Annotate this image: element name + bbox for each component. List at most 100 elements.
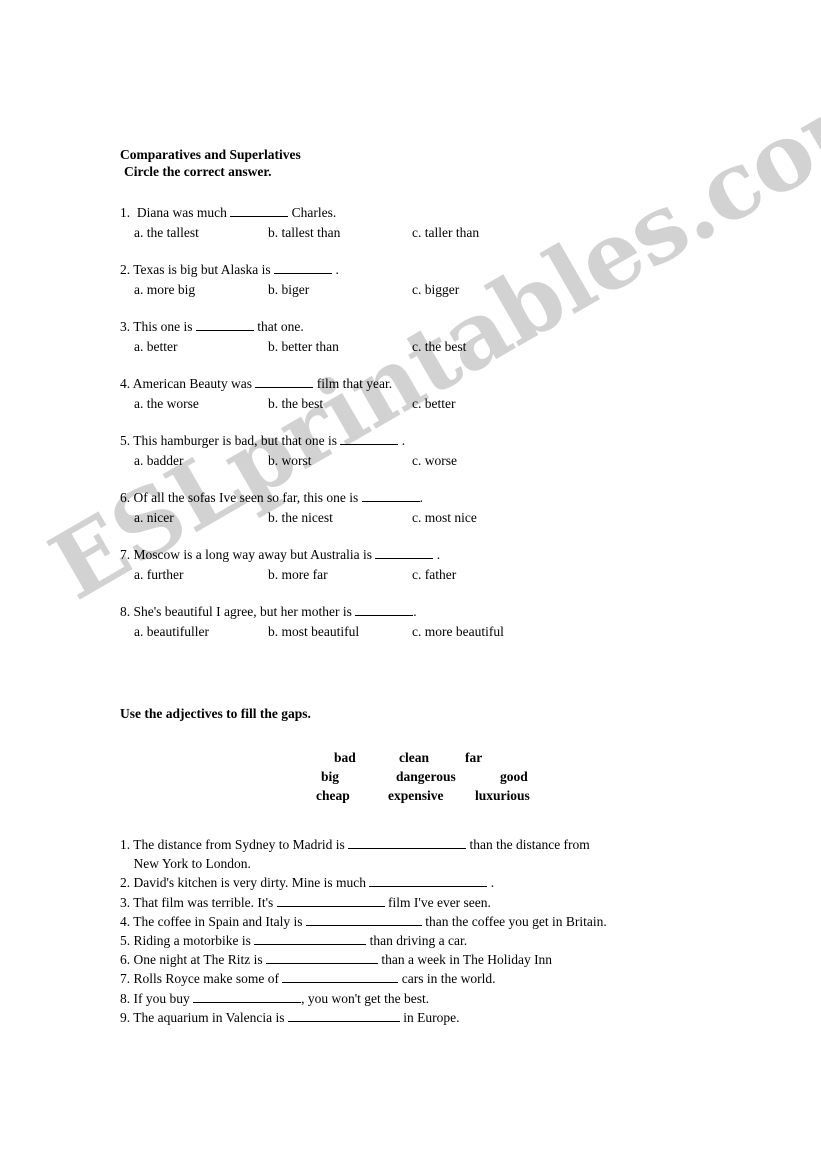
gap-item-5: 5. Riding a motorbike is than driving a … [120, 931, 760, 950]
gap-text-after: . [487, 875, 495, 891]
mc-stem-after: . [413, 604, 417, 619]
mc-options: a. the tallest b. tallest than c. taller… [120, 224, 760, 242]
mc-option-c[interactable]: c. more beautiful [412, 623, 504, 641]
instruction-circle-answer: Circle the correct answer. [124, 164, 272, 179]
mc-question-8: 8. She's beautiful I agree, but her moth… [120, 603, 760, 641]
mc-option-c[interactable]: c. taller than [412, 224, 479, 242]
gap-text-before: 4. The coffee in Spain and Italy is [120, 913, 306, 929]
worksheet-content: Comparatives and Superlatives Circle the… [120, 146, 760, 1027]
mc-option-b[interactable]: b. tallest than [268, 224, 340, 242]
page-title: Comparatives and Superlatives [120, 147, 301, 162]
word-bank-word: dangerous [396, 769, 456, 784]
gap-text-after: film I've ever seen. [384, 894, 491, 910]
multiple-choice-list: 1. Diana was much Charles. a. the talles… [120, 204, 760, 641]
mc-question-5: 5. This hamburger is bad, but that one i… [120, 432, 760, 470]
gap-blank [282, 982, 399, 984]
word-bank-word: far [465, 750, 483, 765]
mc-option-b[interactable]: b. worst [268, 452, 312, 470]
gap-text-before: 2. David's kitchen is very dirty. Mine i… [120, 875, 370, 891]
word-bank-word: expensive [388, 788, 444, 803]
mc-option-b[interactable]: b. better than [268, 338, 339, 356]
mc-option-b[interactable]: b. the best [268, 395, 323, 413]
mc-option-a[interactable]: a. the tallest [134, 224, 199, 242]
mc-stem: 6. Of all the sofas Ive seen so far, thi… [120, 489, 760, 507]
answer-blank [355, 615, 414, 616]
mc-question-2: 2. Texas is big but Alaska is . a. more … [120, 261, 760, 299]
word-bank-row: big dangerous good [120, 767, 760, 786]
gap-item-1: 1. The distance from Sydney to Madrid is… [120, 835, 760, 873]
gap-item-8: 8. If you buy , you won't get the best. [120, 989, 760, 1008]
mc-stem: 5. This hamburger is bad, but that one i… [120, 432, 760, 450]
mc-option-b[interactable]: b. biger [268, 281, 309, 299]
mc-stem-before: 5. This hamburger is bad, but that one i… [120, 433, 341, 448]
mc-question-4: 4. American Beauty was film that year. a… [120, 375, 760, 413]
mc-options: a. more big b. biger c. bigger [120, 281, 760, 299]
mc-option-c[interactable]: c. worse [412, 452, 457, 470]
answer-blank [361, 501, 420, 502]
mc-stem: 8. She's beautiful I agree, but her moth… [120, 603, 760, 621]
gap-text-before: 3. That film was terrible. It's [120, 894, 277, 910]
gap-item-7: 7. Rolls Royce make some of cars in the … [120, 969, 760, 988]
word-bank-word: luxurious [475, 788, 530, 803]
mc-stem-before: 3. This one is [120, 319, 196, 334]
answer-blank [255, 387, 314, 388]
answer-blank [340, 444, 399, 445]
gap-text-before: 7. Rolls Royce make some of [120, 971, 283, 987]
answer-blank [375, 558, 434, 559]
worksheet-page: Comparatives and Superlatives Circle the… [0, 0, 821, 1169]
gap-text-after: than driving a car. [366, 933, 468, 949]
mc-stem: 1. Diana was much Charles. [120, 204, 760, 222]
gap-text-after: cars in the world. [398, 971, 496, 987]
gap-text-before: 1. The distance from Sydney to Madrid is [120, 837, 349, 852]
gap-item-3: 3. That film was terrible. It's film I'v… [120, 893, 760, 912]
mc-option-b[interactable]: b. most beautiful [268, 623, 359, 641]
mc-option-a[interactable]: a. better [134, 338, 177, 356]
gap-text-after: , you won't get the best. [301, 990, 430, 1006]
mc-question-7: 7. Moscow is a long way away but Austral… [120, 546, 760, 584]
gap-text-before: 5. Riding a motorbike is [120, 933, 255, 949]
answer-blank [230, 216, 289, 217]
gap-blank [254, 944, 367, 946]
mc-question-6: 6. Of all the sofas Ive seen so far, thi… [120, 489, 760, 527]
mc-question-1: 1. Diana was much Charles. a. the talles… [120, 204, 760, 242]
mc-stem: 3. This one is that one. [120, 318, 760, 336]
mc-option-c[interactable]: c. bigger [412, 281, 459, 299]
gap-blank [265, 963, 378, 965]
mc-option-c[interactable]: c. the best [412, 338, 466, 356]
word-bank-word: bad [334, 750, 356, 765]
mc-stem: 2. Texas is big but Alaska is . [120, 261, 760, 279]
mc-options: a. badder b. worst c. worse [120, 452, 760, 470]
gap-blank [193, 1001, 302, 1003]
mc-stem-after: that one. [253, 319, 304, 334]
mc-option-a[interactable]: a. nicer [134, 509, 174, 527]
word-bank-row: cheap expensive luxurious [120, 786, 760, 805]
answer-blank [274, 273, 333, 274]
mc-stem-before: 8. She's beautiful I agree, but her moth… [120, 604, 356, 619]
mc-stem-before: 4. American Beauty was [120, 376, 256, 391]
mc-stem-after: . [419, 490, 424, 505]
mc-stem-before: 1. Diana was much [120, 205, 231, 220]
gap-item-9: 9. The aquarium in Valencia is in Europe… [120, 1008, 760, 1027]
mc-option-a[interactable]: a. further [134, 566, 183, 584]
mc-stem-after: Charles. [288, 205, 337, 220]
word-bank: bad clean far big dangerous good cheap e… [120, 748, 760, 805]
mc-option-c[interactable]: c. most nice [412, 509, 477, 527]
gap-fill-list: 1. The distance from Sydney to Madrid is… [120, 835, 760, 1027]
word-bank-word: good [500, 769, 528, 784]
gap-text-after: in Europe. [399, 1009, 460, 1025]
mc-option-a[interactable]: a. the worse [134, 395, 199, 413]
mc-option-c[interactable]: c. better [412, 395, 455, 413]
word-bank-word: cheap [316, 788, 350, 803]
mc-option-a[interactable]: a. badder [134, 452, 183, 470]
mc-option-c[interactable]: c. father [412, 566, 456, 584]
gap-blank [276, 905, 385, 907]
mc-stem-before: 2. Texas is big but Alaska is [120, 262, 275, 277]
answer-blank [195, 330, 254, 331]
mc-option-b[interactable]: b. the nicest [268, 509, 333, 527]
mc-option-a[interactable]: a. beautifuller [134, 623, 209, 641]
word-bank-word: big [321, 769, 340, 784]
gap-blank [287, 1020, 400, 1022]
mc-option-b[interactable]: b. more far [268, 566, 328, 584]
mc-option-a[interactable]: a. more big [134, 281, 195, 299]
mc-stem-before: 7. Moscow is a long way away but Austral… [120, 547, 376, 562]
